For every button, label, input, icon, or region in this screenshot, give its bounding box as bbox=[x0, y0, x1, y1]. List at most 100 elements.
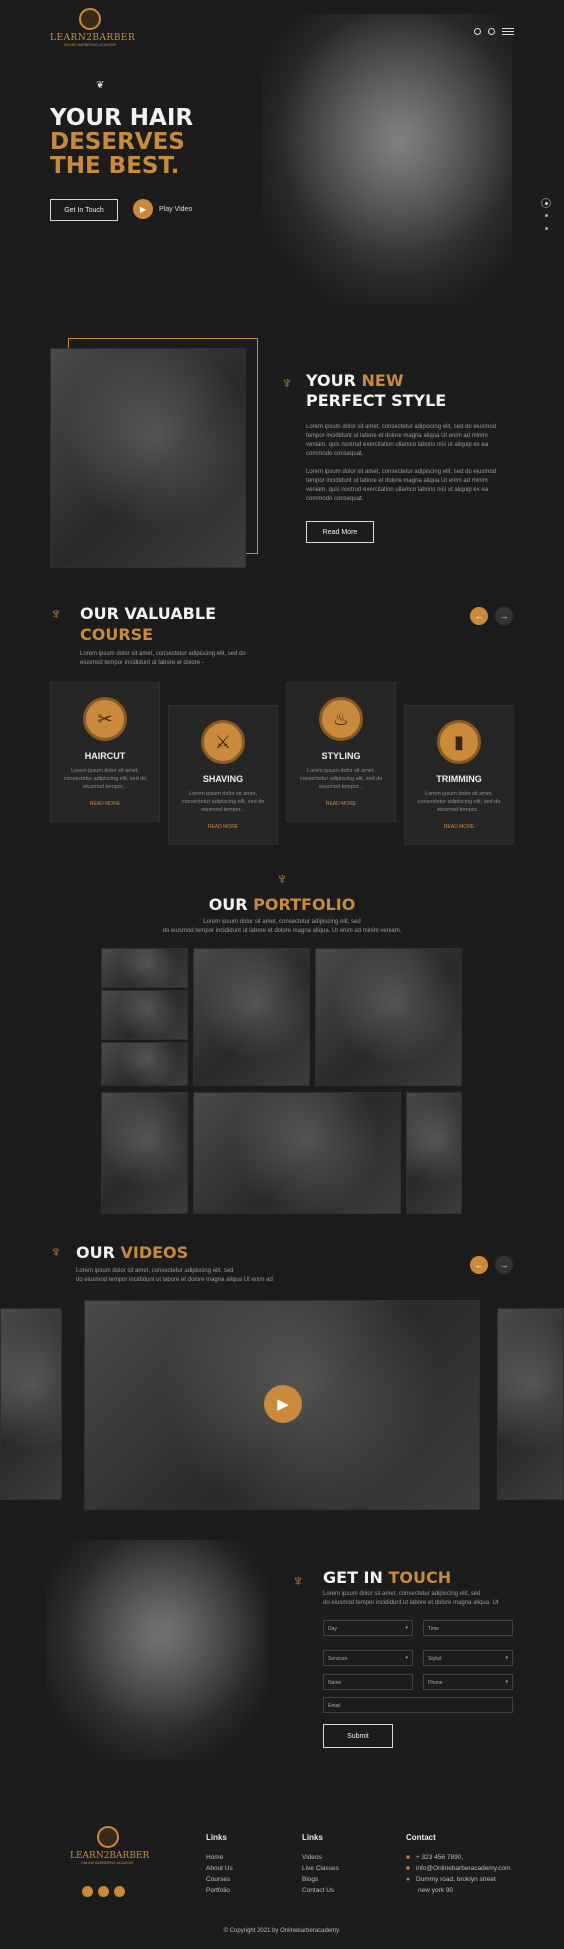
videos-desc-1: Lorem ipsum dolor sit amet, consectetur … bbox=[76, 1268, 234, 1274]
play-video-button[interactable]: ▶ Play Video bbox=[133, 199, 192, 219]
footer-phone[interactable]: + 323 456 7890, bbox=[416, 1852, 463, 1863]
course-card-title: STYLING bbox=[321, 751, 361, 761]
youtube-icon[interactable] bbox=[114, 1886, 125, 1897]
hero-title-line3: THE BEST. bbox=[50, 153, 180, 179]
user-icon[interactable] bbox=[474, 28, 481, 35]
portfolio-image[interactable] bbox=[101, 948, 188, 988]
logo-emblem-icon bbox=[79, 8, 101, 30]
footer-address-2: new york 90 bbox=[418, 1887, 454, 1894]
chevron-down-icon: ▾ bbox=[505, 1655, 508, 1661]
contact-title-a: GET IN bbox=[323, 1568, 389, 1587]
course-card-trimming[interactable]: ▮ TRIMMING Lorem ipsum dolor sit amet, c… bbox=[404, 705, 514, 845]
course-card-styling[interactable]: ♨ STYLING Lorem ipsum dolor sit amet, co… bbox=[286, 682, 396, 822]
portfolio-image[interactable] bbox=[101, 990, 188, 1040]
style-title-a: YOUR bbox=[306, 371, 362, 390]
search-icon[interactable] bbox=[488, 28, 495, 35]
portfolio-desc-1: Lorem ipsum dolor sit amet, consectetur … bbox=[203, 919, 361, 925]
videos-heading-icon: ♆ bbox=[50, 1244, 62, 1261]
course-card-read-more[interactable]: READ MORE bbox=[405, 824, 513, 830]
chevron-down-icon: ▾ bbox=[405, 1655, 408, 1661]
footer-logo-emblem-icon bbox=[96, 1826, 119, 1848]
course-card-shaving[interactable]: ⚔ SHAVING Lorem ipsum dolor sit amet, co… bbox=[168, 705, 278, 845]
course-card-read-more[interactable]: READ MORE bbox=[287, 801, 395, 807]
portfolio-image[interactable] bbox=[193, 1092, 401, 1214]
name-field[interactable]: Name bbox=[323, 1674, 413, 1690]
style-paragraph-1: Lorem ipsum dolor sit amet, consectetur … bbox=[306, 424, 497, 457]
style-title-line1: YOUR NEW bbox=[306, 371, 446, 391]
time-field[interactable]: Time bbox=[423, 1620, 513, 1636]
course-card-desc: Lorem ipsum dolor sit amet, consectetur … bbox=[299, 768, 383, 790]
portfolio-image[interactable] bbox=[101, 1092, 188, 1214]
contact-desc-1: Lorem ipsum dolor sit amet, consectetur … bbox=[323, 1591, 481, 1597]
stylist-select-label: Stylist bbox=[428, 1656, 442, 1662]
footer-link-about[interactable]: About Us bbox=[206, 1863, 233, 1874]
course-card-desc: Lorem ipsum dolor sit amet, consectetur … bbox=[63, 768, 147, 790]
logo-wordmark: LEARN2BARBER bbox=[50, 33, 136, 43]
hero-title-line2: DESERVES bbox=[50, 129, 185, 155]
phone-icon: ■ bbox=[406, 1854, 410, 1861]
day-select[interactable]: Day ▾ bbox=[323, 1620, 413, 1636]
portfolio-image[interactable] bbox=[315, 948, 462, 1086]
submit-button[interactable]: Submit bbox=[323, 1724, 393, 1748]
stylist-select[interactable]: Stylist ▾ bbox=[423, 1650, 513, 1666]
course-card-read-more[interactable]: READ MORE bbox=[51, 801, 159, 807]
course-prev-button[interactable]: ← bbox=[470, 607, 488, 625]
videos-title-b: VIDEOS bbox=[120, 1243, 189, 1262]
play-video-label: Play Video bbox=[159, 205, 193, 213]
course-description: Lorem ipsum dolor sit amet, consectetur … bbox=[80, 651, 246, 666]
slider-dot[interactable] bbox=[544, 214, 548, 217]
footer-link-videos[interactable]: Videos bbox=[302, 1852, 339, 1863]
videos-desc-2: do eiusmod tempor incididunt ut labore e… bbox=[76, 1277, 273, 1283]
course-heading-icon: ♆ bbox=[50, 606, 62, 623]
hero-image bbox=[262, 14, 512, 304]
portfolio-title-a: OUR bbox=[208, 895, 254, 914]
email-field-label: Email bbox=[328, 1703, 341, 1709]
course-title-line2: COURSE bbox=[80, 625, 154, 644]
portfolio-image[interactable] bbox=[101, 1042, 188, 1086]
videos-prev-button[interactable]: ← bbox=[470, 1256, 488, 1274]
videos-next-button[interactable]: → bbox=[495, 1256, 513, 1274]
social-links bbox=[82, 1886, 125, 1897]
course-card-desc: Lorem ipsum dolor sit amet, consectetur … bbox=[417, 791, 501, 813]
phone-select[interactable]: Phone ▾ bbox=[423, 1674, 513, 1690]
portfolio-image[interactable] bbox=[406, 1092, 462, 1214]
style-title-line2: PERFECT STYLE bbox=[306, 391, 447, 410]
footer-link-blogs[interactable]: Blogs bbox=[302, 1874, 339, 1885]
slider-dot[interactable] bbox=[544, 227, 548, 230]
read-more-button[interactable]: Read More bbox=[306, 521, 374, 543]
chevron-down-icon: ▾ bbox=[505, 1679, 508, 1685]
footer-link-courses[interactable]: Courses bbox=[206, 1874, 233, 1885]
footer-link-portfolio[interactable]: Portfolio bbox=[206, 1885, 233, 1896]
facebook-icon[interactable] bbox=[82, 1886, 93, 1897]
instagram-icon[interactable] bbox=[98, 1886, 109, 1897]
services-select[interactable]: Services ▾ bbox=[323, 1650, 413, 1666]
footer-link-live-classes[interactable]: Live Classes bbox=[302, 1863, 339, 1874]
contact-desc-2: do eiusmod tempor incididunt ut labore e… bbox=[323, 1600, 499, 1606]
get-in-touch-button[interactable]: Get In Touch bbox=[50, 199, 118, 221]
hero-flourish-icon: ❦ bbox=[96, 80, 105, 91]
chevron-down-icon: ▾ bbox=[405, 1625, 408, 1631]
footer-contact-heading: Contact bbox=[406, 1833, 436, 1842]
email-field[interactable]: Email bbox=[323, 1697, 513, 1713]
course-card-title: HAIRCUT bbox=[84, 751, 126, 761]
course-title-line1: OUR VALUABLE bbox=[80, 604, 216, 623]
course-card-read-more[interactable]: READ MORE bbox=[169, 824, 277, 830]
video-thumbnail-left[interactable] bbox=[0, 1308, 62, 1500]
course-card-haircut[interactable]: ✂ HAIRCUT Lorem ipsum dolor sit amet, co… bbox=[50, 682, 160, 822]
footer-logo[interactable]: LEARN2BARBER ONLINE BARBERING ACADEMY bbox=[70, 1826, 149, 1865]
footer-email[interactable]: info@Onlinebarberacademy.com bbox=[416, 1863, 511, 1874]
slider-dot-active[interactable] bbox=[541, 198, 551, 208]
footer-logo-tagline: ONLINE BARBERING ACADEMY bbox=[81, 1861, 134, 1865]
footer-link-home[interactable]: Home bbox=[206, 1852, 233, 1863]
portfolio-image[interactable] bbox=[193, 948, 310, 1086]
footer-link-contact[interactable]: Contact Us bbox=[302, 1885, 339, 1896]
video-play-button[interactable]: ▶ bbox=[264, 1385, 302, 1423]
menu-icon[interactable] bbox=[502, 28, 514, 35]
style-heading-icon: ♆ bbox=[281, 375, 293, 392]
day-select-label: Day bbox=[328, 1626, 337, 1632]
logo[interactable]: LEARN2BARBER ONLINE BARBERING ACADEMY bbox=[50, 8, 136, 60]
video-thumbnail-right[interactable] bbox=[497, 1308, 564, 1500]
course-card-title: TRIMMING bbox=[436, 774, 482, 784]
course-next-button[interactable]: → bbox=[495, 607, 513, 625]
portfolio-desc-2: do eiusmod tempor incididunt ut labore e… bbox=[162, 928, 402, 934]
